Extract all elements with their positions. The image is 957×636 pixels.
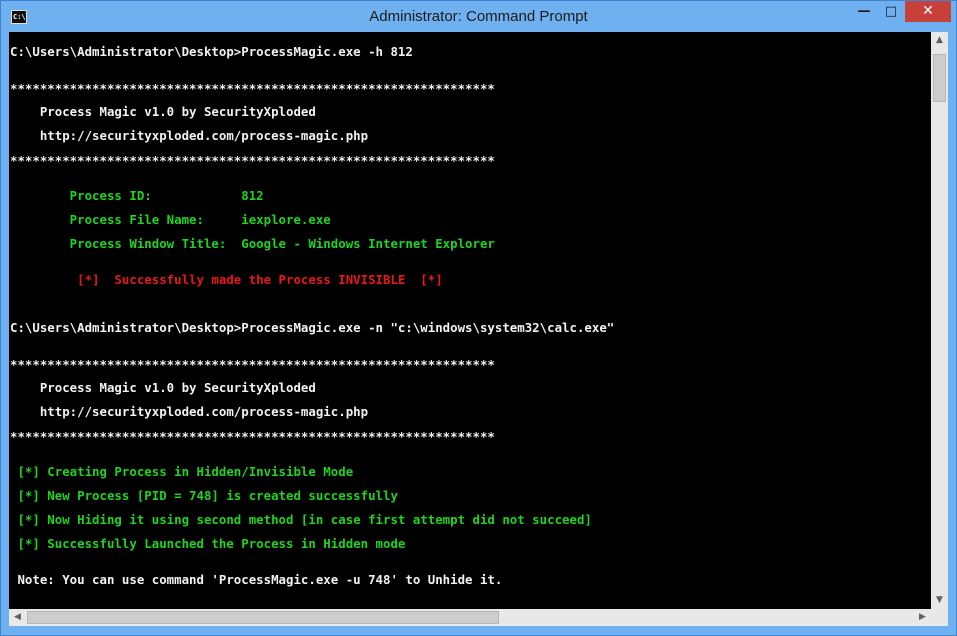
console-line: http://securityxploded.com/process-magic… bbox=[10, 128, 369, 143]
console-line: Process File Name: iexplore.exe bbox=[10, 212, 331, 227]
console-line: C:\Users\Administrator\Desktop>ProcessMa… bbox=[10, 44, 413, 59]
vertical-scroll-thumb[interactable] bbox=[933, 54, 946, 102]
console-line: ****************************************… bbox=[10, 153, 495, 168]
scroll-left-arrow-icon[interactable]: ◀ bbox=[9, 609, 26, 626]
horizontal-scroll-thumb[interactable] bbox=[27, 611, 499, 624]
title-bar[interactable]: C:\ Administrator: Command Prompt — □ ✕ bbox=[1, 1, 956, 32]
scroll-down-arrow-icon[interactable]: ▼ bbox=[931, 592, 948, 609]
horizontal-scrollbar[interactable]: ◀ ▶ bbox=[9, 609, 931, 626]
console-line: ****************************************… bbox=[10, 81, 495, 96]
console-line: [*] Successfully made the Process INVISI… bbox=[10, 272, 443, 287]
minimize-button[interactable]: — bbox=[851, 1, 877, 22]
scroll-up-arrow-icon[interactable]: ▲ bbox=[931, 32, 948, 49]
close-button[interactable]: ✕ bbox=[905, 1, 951, 22]
console-line: Note: You can use command 'ProcessMagic.… bbox=[10, 572, 503, 587]
command-prompt-window: C:\ Administrator: Command Prompt — □ ✕ … bbox=[0, 0, 957, 636]
vertical-scrollbar[interactable]: ▲ ▼ bbox=[931, 32, 948, 609]
console-line: [*] Successfully Launched the Process in… bbox=[10, 536, 406, 551]
console-line: C:\Users\Administrator\Desktop>ProcessMa… bbox=[10, 320, 615, 335]
scroll-right-arrow-icon[interactable]: ▶ bbox=[914, 609, 931, 626]
console-line: Process Window Title: Google - Windows I… bbox=[10, 236, 495, 251]
console-line: ****************************************… bbox=[10, 429, 495, 444]
window-title: Administrator: Command Prompt bbox=[369, 8, 588, 25]
console-line: [*] Now Hiding it using second method [i… bbox=[10, 512, 592, 527]
console-output[interactable]: C:\Users\Administrator\Desktop>ProcessMa… bbox=[9, 32, 931, 609]
console-line: [*] Creating Process in Hidden/Invisible… bbox=[10, 464, 354, 479]
console-line: http://securityxploded.com/process-magic… bbox=[10, 404, 369, 419]
console-line: ****************************************… bbox=[10, 357, 495, 372]
console-line: Process Magic v1.0 by SecurityXploded bbox=[10, 104, 316, 119]
scrollbar-corner bbox=[931, 609, 948, 626]
console-line: Process ID: 812 bbox=[10, 188, 264, 203]
maximize-button[interactable]: □ bbox=[878, 1, 904, 22]
console-line: [*] New Process [PID = 748] is created s… bbox=[10, 488, 398, 503]
console-line: Process Magic v1.0 by SecurityXploded bbox=[10, 380, 316, 395]
